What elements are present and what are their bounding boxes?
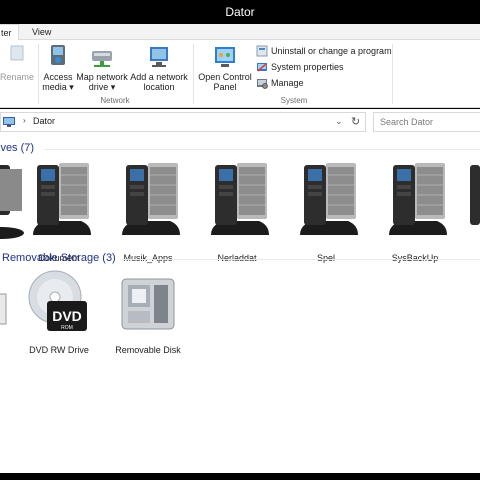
dvd-icon: DVD ROM [28,270,87,331]
manage-icon [257,79,268,89]
uninstall-label: Uninstall or change a program [271,46,392,56]
programs-icon [256,45,268,57]
manage-label: Manage [271,78,304,88]
group-divider [122,259,480,260]
content-pane: ives (7) Dokument Musik_Apps Nerladdat S… [0,135,480,473]
tab-computer[interactable]: ter [0,24,19,41]
removable-disk-icon [121,278,175,330]
removable-disk-item[interactable]: Removable Disk [108,267,188,367]
drives-group-label: ives (7) [0,142,35,154]
rename-button[interactable]: Rename [0,42,34,82]
floppy-icon [0,293,7,325]
ribbon-tabs: ter View [0,24,480,41]
drive-item[interactable]: SysBackUp [375,155,455,265]
map-drive-label-2: drive ▾ [88,82,116,92]
ribbon-separator [38,44,39,104]
control-panel-icon [215,47,235,67]
address-bar[interactable]: › Dator ⌄ ↻ [0,112,366,132]
breadcrumb-current[interactable]: Dator [33,116,55,126]
drive-label: SysBackUp [391,253,439,263]
rename-label: Rename [0,72,35,82]
drive-label: Nerladdat [217,253,257,263]
svg-text:DVD: DVD [52,308,82,324]
address-row: › Dator ⌄ ↻ Search Dator [0,109,480,135]
bottom-edge [0,473,480,480]
open-control-panel-button[interactable]: Open Control Panel [196,44,254,92]
control-panel-label-1: Open Control [198,72,252,82]
access-media-label-1: Access [43,72,73,82]
hard-drive-icon [33,163,91,235]
add-location-label-2: location [143,82,175,92]
access-media-label-2: media ▾ [42,82,74,92]
network-group-label: Network [100,96,130,105]
drive-item[interactable]: Nerladdat [197,155,277,265]
access-media-button[interactable]: Access media ▾ [40,44,76,92]
hard-drive-icon [300,163,358,235]
drive-label: Musik_Apps [123,253,173,263]
hard-drive-icon [470,165,480,225]
manage-button[interactable]: Manage [256,77,304,89]
address-dropdown-icon[interactable]: ⌄ [335,116,343,127]
breadcrumb-chevron-icon[interactable]: › [23,116,26,125]
removable-item-partial[interactable] [0,270,10,360]
network-drive-icon [92,51,112,67]
search-box[interactable]: Search Dator [373,112,480,132]
explorer-window: Dator ter View Rename Access media ▾ Map… [0,0,480,480]
system-properties-label: System properties [271,62,344,72]
removable-disk-label: Removable Disk [115,345,181,355]
map-network-drive-button[interactable]: Map network drive ▾ [75,44,129,92]
ribbon-separator [193,44,194,104]
drive-item[interactable]: Musik_Apps [108,155,188,265]
tab-view[interactable]: View [26,24,57,40]
add-location-label-1: Add a network [130,72,188,82]
group-divider [44,149,480,150]
computer-icon [3,117,15,127]
dvd-drive-item[interactable]: DVD ROM DVD RW Drive [19,267,99,367]
dvd-drive-label: DVD RW Drive [29,345,89,355]
window-title: Dator [225,5,255,19]
search-placeholder: Search Dator [380,117,434,127]
map-drive-label-1: Map network [76,72,128,82]
add-network-location-button[interactable]: Add a network location [128,44,190,92]
control-panel-label-2: Panel [213,82,237,92]
hard-drive-icon [211,163,269,235]
uninstall-program-button[interactable]: Uninstall or change a program [256,45,392,57]
network-location-icon [150,47,168,67]
system-group-label: System [280,96,308,105]
drive-item-partial[interactable] [464,155,480,265]
title-bar: Dator [0,0,480,24]
hard-drive-icon [122,163,180,235]
drive-label: Spel [316,253,335,263]
removable-group-label: Removable Storage (3) [2,252,116,264]
svg-text:ROM: ROM [61,325,73,331]
ribbon: Rename Access media ▾ Map network drive … [0,40,480,108]
system-properties-icon [257,63,267,72]
system-properties-button[interactable]: System properties [256,61,344,73]
drive-item[interactable]: Dokument [19,155,99,265]
removable-group-header[interactable]: Removable Storage (3) [2,252,116,264]
drive-item[interactable]: Spel [286,155,366,265]
ribbon-separator [392,44,393,104]
media-icon [51,45,65,65]
hard-drive-icon [389,163,447,235]
refresh-icon[interactable]: ↻ [351,115,360,128]
rename-icon [10,45,24,61]
drives-group-header[interactable]: ives (7) [0,142,34,154]
